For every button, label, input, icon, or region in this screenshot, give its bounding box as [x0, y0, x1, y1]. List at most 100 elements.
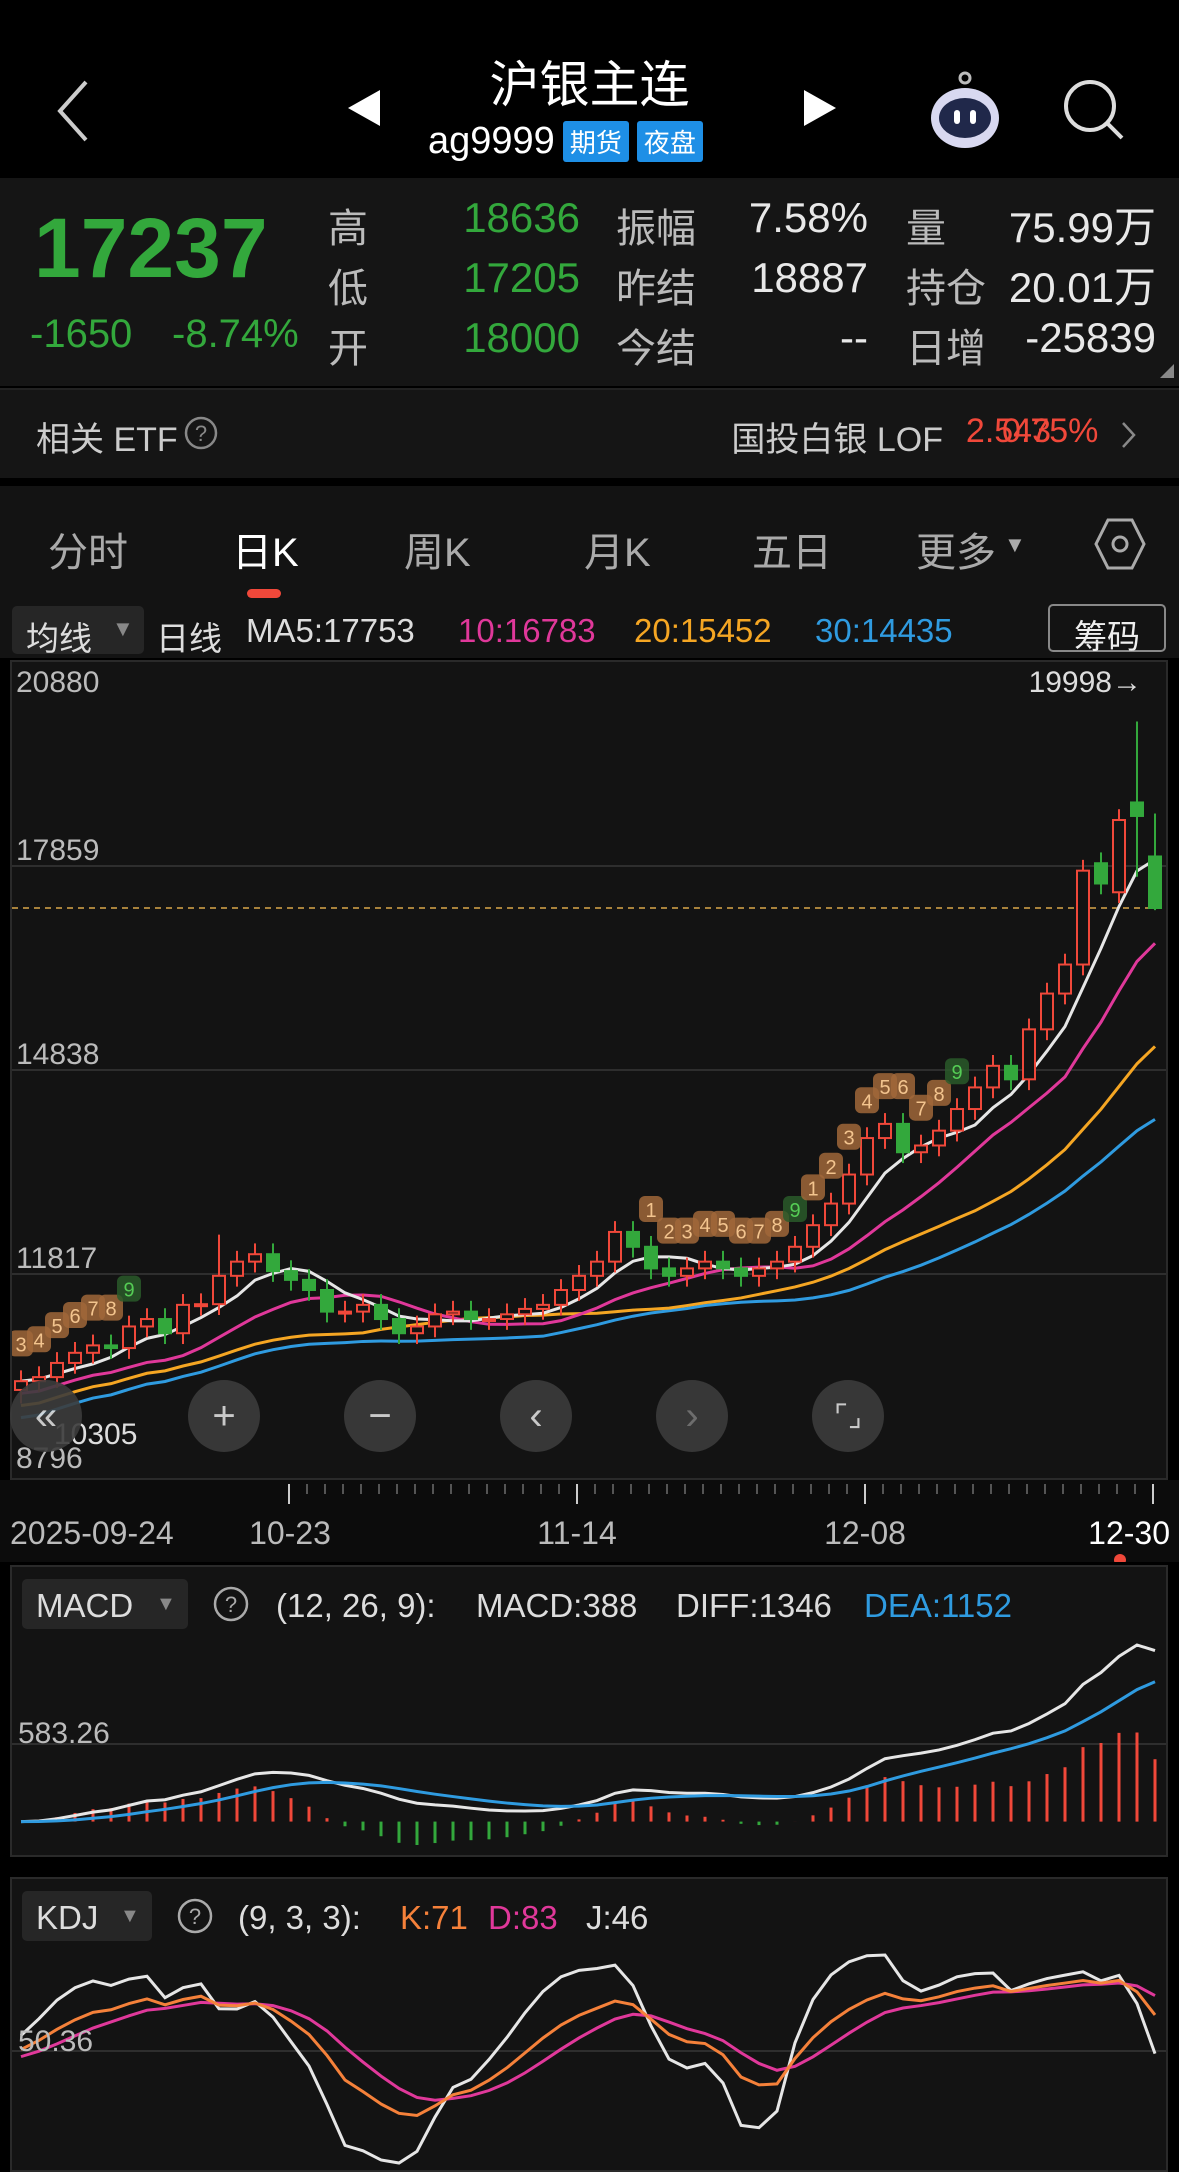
td-sequence-number: 4 [699, 1215, 710, 1237]
k-line [20, 1978, 1157, 2117]
x-axis-label: 12-30 [1088, 1515, 1170, 1551]
candle-body [122, 1325, 136, 1350]
related-etf-row[interactable]: 相关 ETF ? 国投白银 LOF 2.543 0.75% [0, 388, 1179, 478]
quote-value: 20.01万 [1008, 264, 1156, 311]
candle-body [878, 1122, 892, 1140]
quote-label: 量 [906, 207, 946, 251]
zoom-out-button[interactable]: − [344, 1380, 416, 1452]
night-session-tag: 夜盘 [636, 121, 703, 162]
candle-body [410, 1325, 424, 1335]
contract-code: ag9999 [428, 120, 555, 162]
price-change-pct: -8.74% [172, 312, 299, 356]
td-sequence-number: 8 [105, 1299, 116, 1321]
candle-body [572, 1274, 586, 1292]
kdj-grid-label: 50.36 [18, 2025, 94, 2058]
candle-body [1076, 869, 1090, 966]
candle-body [446, 1310, 460, 1316]
td-sequence-number: 1 [645, 1200, 656, 1222]
candle-body [698, 1260, 712, 1270]
more-dropdown-icon: ▼ [1004, 532, 1026, 557]
help-icon[interactable]: ? [184, 416, 218, 450]
j-value: J:46 [586, 1899, 649, 1936]
x-axis-label: 12-08 [824, 1515, 906, 1551]
help-icon[interactable]: ? [212, 1585, 250, 1623]
dropdown-arrow-icon: ▼ [120, 1905, 140, 1927]
td-sequence-number: 2 [825, 1157, 836, 1179]
td-sequence-number: 9 [789, 1200, 800, 1222]
candle-body [968, 1086, 982, 1111]
tab-1[interactable]: 日K [232, 520, 299, 578]
chips-button[interactable]: 筹码 [1048, 604, 1166, 655]
candle-body [1148, 855, 1162, 910]
td-sequence-number: 5 [879, 1077, 890, 1099]
kdj-select-label: KDJ [36, 1899, 99, 1936]
candle-body [662, 1267, 676, 1277]
tab-3[interactable]: 月K [584, 520, 651, 578]
td-sequence-number: 4 [33, 1330, 44, 1352]
last-price: 17237 [34, 201, 268, 295]
quote-value: -25839 [1025, 314, 1156, 361]
td-sequence-number: 7 [753, 1222, 764, 1244]
tab-4[interactable]: 五日 [752, 520, 832, 578]
macd-value: MACD:388 [476, 1587, 638, 1624]
quote-value: 75.99万 [1008, 204, 1156, 251]
candle-body [536, 1303, 550, 1310]
candle-body [392, 1318, 406, 1335]
quote-value: 7.58% [748, 194, 868, 241]
td-sequence-number: 7 [87, 1299, 98, 1321]
next-contract-icon[interactable] [802, 88, 838, 128]
quote-label: 持仓 [906, 267, 986, 311]
scroll-right-button[interactable]: › [656, 1380, 728, 1452]
settings-hexagon-icon[interactable] [1094, 516, 1146, 572]
candle-body [950, 1108, 964, 1132]
expand-corner-icon[interactable] [1160, 364, 1174, 378]
help-icon[interactable]: ? [176, 1897, 214, 1935]
tab-5[interactable]: 更多 [916, 520, 996, 578]
plus-icon: + [212, 1393, 236, 1438]
candle-body [374, 1303, 388, 1321]
dea-line [20, 1680, 1156, 1824]
search-icon[interactable] [1062, 78, 1128, 144]
candle-body [230, 1260, 244, 1277]
candle-body [194, 1303, 208, 1308]
ai-robot-icon[interactable] [928, 70, 1002, 150]
macd-select[interactable]: MACD ▼ [22, 1579, 188, 1629]
quote-label: 今结 [616, 327, 696, 371]
candle-body [500, 1313, 514, 1321]
candle-body [482, 1318, 496, 1323]
macd-grid-label: 583.26 [18, 1717, 110, 1750]
period-tabs: 分时 日K 周K 月K 五日 更多 ▼ [0, 486, 1179, 600]
ma-legend-row: 均线 ▼ 日线 MA5:17753 10:16783 20:15452 30:1… [0, 600, 1179, 658]
candle-body [788, 1245, 802, 1263]
candle-body [302, 1278, 316, 1292]
candle-body [734, 1267, 748, 1277]
candle-body [1040, 992, 1054, 1031]
td-sequence-number: 6 [69, 1306, 80, 1328]
tab-0[interactable]: 分时 [48, 520, 128, 578]
chevron-right-icon[interactable] [1120, 420, 1138, 450]
td-sequence-number: 3 [681, 1222, 692, 1244]
price-change: -1650 [30, 312, 133, 356]
indicator-select[interactable]: 均线 ▼ [12, 606, 144, 657]
y-axis-label: 20880 [16, 666, 99, 699]
kdj-select[interactable]: KDJ ▼ [22, 1891, 152, 1941]
ma30-line [20, 1118, 1156, 1420]
macd-panel: MACD ▼ ? (12, 26, 9): MACD:388 DIFF:1346… [10, 1565, 1168, 1857]
latest-date-dot [1114, 1554, 1126, 1566]
kline-chart[interactable]: 20880 17859 14838 11817 8796 3 4 5 6 7 8 9 1 2 3 4 5 6 7 8 9… [10, 660, 1168, 1480]
quote-panel: 17237 -1650 -8.74% 高 18636 振幅 7.58% 量 75.99万低… [0, 178, 1179, 386]
ma5-value: MA5:17753 [246, 612, 415, 649]
fullscreen-button[interactable]: ⌜⌟ [812, 1380, 884, 1452]
scroll-to-start-button[interactable]: « [10, 1380, 82, 1452]
candle-body [986, 1064, 1000, 1089]
scroll-left-button[interactable]: ‹ [500, 1380, 572, 1452]
candle-body [320, 1289, 334, 1313]
quote-label: 昨结 [616, 267, 696, 311]
dropdown-arrow-icon: ▼ [156, 1593, 176, 1615]
td-sequence-number: 5 [51, 1316, 62, 1338]
zoom-in-button[interactable]: + [188, 1380, 260, 1452]
tab-2[interactable]: 周K [404, 520, 471, 578]
candle-body [680, 1267, 694, 1277]
candle-body [626, 1230, 640, 1248]
k-value: K:71 [400, 1899, 468, 1936]
